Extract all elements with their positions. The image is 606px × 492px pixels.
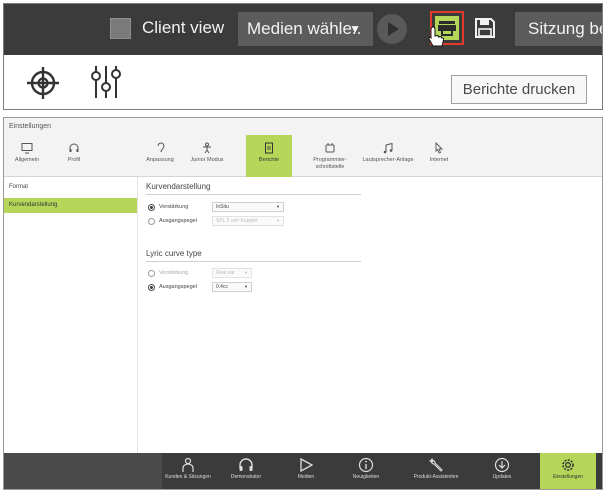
settings-tab-strip: Allgemein Profil Anpassung Junior Modus …: [4, 135, 602, 177]
option-select: Real ear ▼: [212, 268, 252, 278]
nav-updates[interactable]: Updates: [474, 453, 530, 489]
nav-label: Kunden & Sitzungen: [165, 474, 211, 480]
option-row[interactable]: Ausgangspegel SPL 2 cm³ Koppler ▼: [148, 216, 368, 227]
section-title: Lyric curve type: [146, 249, 202, 258]
headphones-icon: [239, 458, 253, 471]
option-select: SPL 2 cm³ Koppler ▼: [212, 216, 284, 226]
radio-button[interactable]: [148, 284, 155, 291]
tab-label: Lautsprecher-Anlage: [362, 157, 414, 163]
headset-icon: [69, 143, 79, 152]
section-title: Kurvendarstellung: [146, 182, 211, 191]
nav-demonstrator[interactable]: Demonstrator: [218, 453, 274, 489]
tab-label: Profil: [67, 157, 81, 163]
crosshair-icon[interactable]: [26, 66, 60, 100]
tab-label: Internet: [429, 157, 449, 163]
nav-label: Updates: [492, 474, 512, 480]
download-icon: [494, 457, 510, 473]
nav-produkt-assistenten[interactable]: Produkt-Assistenten: [408, 453, 464, 489]
zoomed-toolbar-snippet: Client view Medien wähle.. ▼ Sitzung be: [3, 3, 603, 110]
option-select-value: 0.4cc: [216, 284, 228, 290]
settings-window: Einstellungen Allgemein Profil Anpassung…: [3, 117, 603, 490]
tab-junior-modus[interactable]: Junior Modus: [184, 135, 230, 177]
nav-label: Einstellungen: [552, 474, 584, 480]
option-label: Ausgangspegel: [159, 284, 197, 290]
radio-button[interactable]: [148, 204, 155, 211]
sidebar-item-kurvendarstellung[interactable]: Kurvendarstellung: [4, 198, 137, 213]
save-icon[interactable]: [474, 17, 496, 39]
nav-kunden-sitzungen[interactable]: Kunden & Sitzungen: [160, 453, 216, 489]
play-button[interactable]: [377, 14, 407, 44]
nav-medien[interactable]: Medien: [278, 453, 334, 489]
sitzung-button[interactable]: Sitzung be: [515, 12, 602, 46]
nav-label: Demonstrator: [230, 474, 262, 480]
tab-profil[interactable]: Profil: [51, 135, 97, 177]
bottom-navigation: Kunden & Sitzungen Demonstrator Medien N…: [4, 453, 602, 489]
window-title: Einstellungen: [4, 118, 602, 135]
tab-berichte[interactable]: Berichte: [246, 135, 292, 177]
nav-einstellungen[interactable]: Einstellungen: [540, 453, 596, 489]
option-select-value: SPL 2 cm³ Koppler: [216, 218, 258, 224]
person-icon: [182, 457, 194, 472]
ear-icon: [157, 142, 165, 153]
tab-allgemein[interactable]: Allgemein: [4, 135, 50, 177]
print-reports-tooltip: Berichte drucken: [451, 75, 587, 104]
nav-neuigkeiten[interactable]: Neuigkeiten: [338, 453, 394, 489]
option-select-value: InSitu: [216, 204, 229, 210]
option-label: Verstärkung: [159, 204, 189, 210]
info-icon: [358, 457, 374, 473]
monitor-icon: [21, 143, 33, 154]
gear-icon: [562, 459, 574, 471]
section-divider: [146, 194, 361, 195]
tab-internet[interactable]: Internet: [416, 135, 462, 177]
tab-label: Programmier-schnittstelle: [313, 157, 347, 170]
sidebar-item-format[interactable]: Format: [4, 180, 137, 195]
option-select[interactable]: 0.4cc ▼: [212, 282, 252, 292]
client-view-checkbox[interactable]: [110, 18, 131, 39]
top-toolbar: Client view Medien wähle.. ▼ Sitzung be: [4, 4, 602, 55]
secondary-toolbar: Berichte drucken: [4, 55, 602, 109]
play-icon: [300, 457, 314, 473]
report-icon: [265, 142, 273, 154]
option-label: Verstärkung: [159, 270, 189, 276]
medien-dropdown[interactable]: Medien wähle.. ▼: [238, 12, 373, 46]
settings-sidebar: Format Kurvendarstellung: [4, 177, 138, 453]
interface-icon: [325, 143, 335, 153]
nav-label: Medien: [297, 474, 315, 480]
tab-lautsprecher-anlage[interactable]: Lautsprecher-Anlage: [362, 135, 414, 177]
chevron-down-icon: ▼: [244, 270, 248, 275]
option-row[interactable]: Ausgangspegel 0.4cc ▼: [148, 282, 368, 293]
nav-label: Produkt-Assistenten: [413, 474, 459, 480]
option-row[interactable]: Verstärkung InSitu ▼: [148, 202, 368, 213]
radio-button[interactable]: [148, 218, 155, 225]
tab-label: Anpassung: [146, 157, 174, 163]
settings-content: Kurvendarstellung Verstärkung InSitu ▼ Au…: [146, 177, 596, 453]
child-icon: [203, 142, 211, 154]
chevron-down-icon: ▼: [276, 218, 280, 223]
medien-dropdown-label: Medien wähle..: [247, 19, 362, 38]
option-row[interactable]: Verstärkung Real ear ▼: [148, 268, 368, 279]
chevron-down-icon: ▼: [349, 22, 361, 36]
radio-button[interactable]: [148, 270, 155, 277]
client-view-label: Client view: [142, 18, 225, 37]
tab-label: Allgemein: [14, 157, 40, 163]
nav-label: Neuigkeiten: [352, 474, 380, 480]
tab-label: Berichte: [258, 157, 280, 163]
section-divider: [146, 261, 361, 262]
music-icon: [383, 142, 393, 154]
chevron-down-icon: ▼: [276, 204, 280, 209]
wrench-icon: [429, 458, 443, 472]
cursor-icon: [435, 142, 444, 154]
option-label: Ausgangspegel: [159, 218, 197, 224]
tab-anpassung[interactable]: Anpassung: [137, 135, 183, 177]
chevron-down-icon: ▼: [244, 284, 248, 289]
play-icon: [388, 22, 399, 36]
tab-label: Junior Modus: [190, 157, 224, 163]
tab-programmierschnittstelle[interactable]: Programmier-schnittstelle: [304, 135, 356, 177]
sliders-icon[interactable]: [89, 64, 123, 100]
hand-cursor-icon: [428, 26, 444, 47]
option-select-value: Real ear: [216, 270, 235, 276]
option-select[interactable]: InSitu ▼: [212, 202, 284, 212]
